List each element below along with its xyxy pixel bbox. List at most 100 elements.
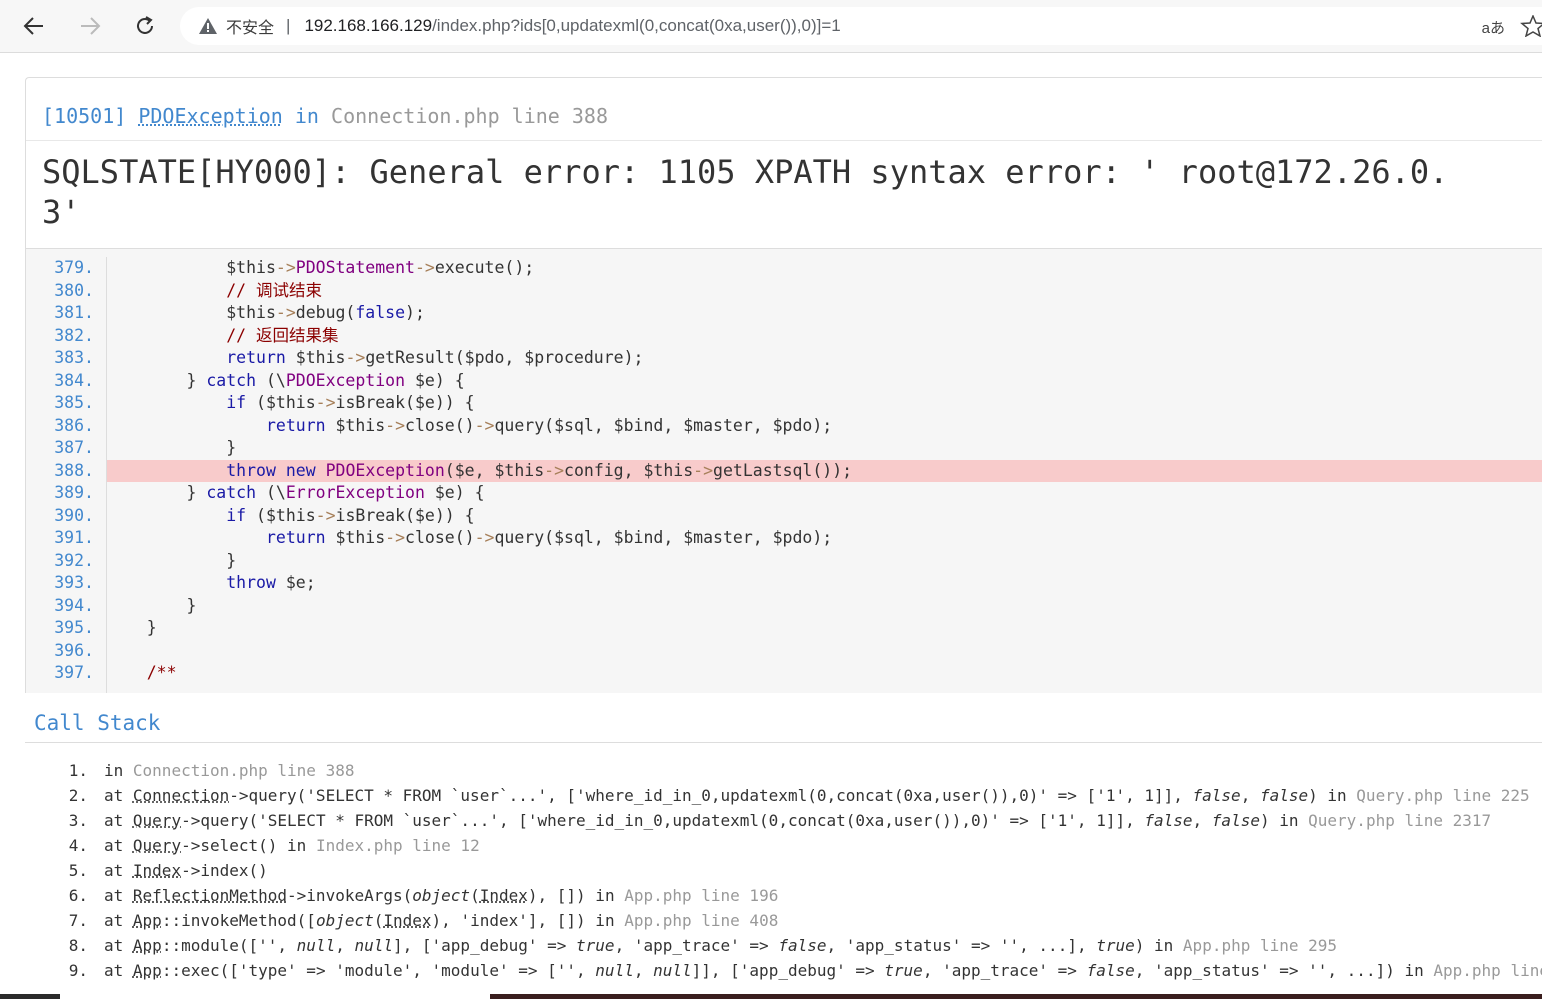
- call-stack-text: at App::exec(['type' => 'module', 'modul…: [104, 961, 1542, 980]
- arrow-right-icon: [81, 17, 101, 35]
- call-stack-text: at App::invokeMethod([object(Index), 'in…: [104, 911, 779, 930]
- code-line: 379. $this->PDOStatement->execute();: [26, 257, 1542, 280]
- code-line: 394. }: [26, 595, 1542, 618]
- code-text: } catch (\ErrorException $e) {: [107, 483, 485, 502]
- call-stack-row: 1. in Connection.php line 388: [0, 758, 1542, 783]
- line-number: 390.: [54, 505, 94, 525]
- call-stack-index: 8.: [68, 936, 88, 955]
- exception-panel: [10501] PDOException in Connection.php l…: [25, 77, 1542, 693]
- code-line: 380. // 调试结束: [26, 280, 1542, 303]
- line-number: 391.: [54, 528, 94, 547]
- line-number: 387.: [54, 438, 94, 457]
- call-stack-text: in Connection.php line 388: [104, 761, 355, 780]
- line-number: 394.: [54, 595, 94, 615]
- code-text: throw new PDOException($e, $this->config…: [107, 459, 1542, 482]
- code-line: 389. } catch (\ErrorException $e) {: [26, 482, 1542, 505]
- line-number: 393.: [54, 573, 94, 592]
- back-button[interactable]: [16, 8, 52, 44]
- reload-button[interactable]: [127, 8, 163, 44]
- code-line: 382. // 返回结果集: [26, 325, 1542, 348]
- code-line: 392. }: [26, 550, 1542, 573]
- code-text: return $this->close()->query($sql, $bind…: [265, 415, 833, 435]
- line-number: 385.: [54, 393, 94, 412]
- call-stack-text: at ReflectionMethod->invokeArgs(object(I…: [104, 886, 779, 905]
- call-stack-text: at Query->select() in Index.php line 12: [104, 836, 480, 855]
- line-number: 382.: [54, 325, 94, 345]
- url-host[interactable]: 192.168.166.129: [304, 16, 432, 36]
- code-text: // 调试结束: [107, 280, 323, 300]
- line-number: 396.: [54, 640, 94, 660]
- favorite-star-icon[interactable]: [1520, 15, 1542, 37]
- insecure-label[interactable]: 不安全: [226, 14, 274, 38]
- forward-button[interactable]: [72, 8, 108, 44]
- code-line: 396.: [26, 640, 1542, 663]
- code-line: 386. return $this->close()->query($sql, …: [26, 415, 1542, 438]
- line-number: 395.: [54, 618, 94, 637]
- call-stack-title: Call Stack: [34, 711, 161, 735]
- code-text: throw $e;: [226, 573, 316, 592]
- code-text: }: [107, 550, 237, 570]
- line-number: 381.: [54, 303, 94, 322]
- call-stack-divider: [25, 742, 1542, 743]
- exception-file: Connection.php: [331, 104, 500, 128]
- code-line: 393. throw $e;: [26, 572, 1542, 595]
- reload-icon: [137, 16, 153, 34]
- source-code-block: 379. $this->PDOStatement->execute(); 380.…: [26, 248, 1542, 693]
- code-line: 391. return $this->close()->query($sql, …: [26, 527, 1542, 550]
- code-text: }: [107, 618, 157, 637]
- call-stack-index: 7.: [68, 911, 88, 930]
- line-number: 392.: [54, 550, 94, 570]
- call-stack-index: 1.: [68, 761, 88, 780]
- url-path[interactable]: /index.php?ids[0,updatexml(0,concat(0xa,…: [432, 16, 841, 36]
- call-stack-row: 8. at App::module(['', null, null], ['app…: [0, 933, 1542, 958]
- code-text: if ($this->isBreak($e)) {: [226, 393, 475, 412]
- call-stack-index: 6.: [68, 886, 88, 905]
- code-text: if ($this->isBreak($e)) {: [226, 505, 475, 525]
- line-number: 379.: [54, 258, 94, 277]
- line-number: 383.: [54, 348, 94, 367]
- line-keyword: line: [511, 104, 560, 128]
- exception-class-link[interactable]: PDOException: [138, 104, 283, 128]
- taskbar-edge: [0, 994, 1542, 999]
- call-stack-row: 4. at Query->select() in Index.php line 1…: [0, 833, 1542, 858]
- line-number: 389.: [54, 483, 94, 502]
- code-text: // 返回结果集: [107, 325, 339, 345]
- call-stack-row: 5. at Index->index(): [0, 858, 1542, 883]
- call-stack-index: 4.: [68, 836, 88, 855]
- address-bar[interactable]: 不安全 | 192.168.166.129/index.php?ids[0,up…: [180, 7, 1542, 45]
- code-line: 385. if ($this->isBreak($e)) {: [26, 392, 1542, 415]
- code-text: } catch (\PDOException $e) {: [107, 370, 465, 390]
- browser-toolbar: 不安全 | 192.168.166.129/index.php?ids[0,up…: [0, 0, 1542, 53]
- call-stack-text: at App::module(['', null, null], ['app_d…: [104, 936, 1338, 955]
- in-keyword: in: [294, 104, 319, 128]
- code-line: 388. throw new PDOException($e, $this->c…: [26, 459, 1542, 482]
- call-stack-text: at Query->query('SELECT * FROM `user`...…: [104, 811, 1492, 830]
- call-stack-index: 2.: [68, 786, 88, 805]
- code-text: }: [107, 438, 237, 457]
- address-separator: |: [286, 16, 291, 35]
- line-number: 380.: [54, 280, 94, 300]
- code-text: /**: [107, 663, 177, 682]
- line-number: 386.: [54, 415, 94, 435]
- code-text: }: [107, 595, 197, 615]
- code-line: 387. }: [26, 437, 1542, 460]
- code-line: 397. /**: [26, 662, 1542, 685]
- line-number: 388.: [54, 460, 94, 480]
- call-stack-text: at Connection->query('SELECT * FROM `use…: [104, 786, 1530, 805]
- error-code: [10501]: [42, 104, 127, 128]
- call-stack-row: 9. at App::exec(['type' => 'module', 'mod…: [0, 958, 1542, 983]
- line-number: 384.: [54, 370, 94, 390]
- warning-icon[interactable]: [198, 16, 218, 36]
- code-text: $this->debug(false);: [107, 303, 425, 322]
- call-stack-text: at Index->index(): [104, 861, 268, 880]
- code-text: $this->PDOStatement->execute();: [107, 258, 535, 277]
- read-aloud-icon[interactable]: aあ: [1482, 17, 1505, 38]
- arrow-left-icon: [23, 17, 43, 35]
- call-stack-index: 3.: [68, 811, 88, 830]
- code-text: return $this->close()->query($sql, $bind…: [265, 528, 833, 547]
- call-stack-row: 7. at App::invokeMethod([object(Index), '…: [0, 908, 1542, 933]
- code-text: return $this->getResult($pdo, $procedure…: [226, 348, 644, 367]
- exception-header: [10501] PDOException in Connection.php l…: [42, 104, 608, 128]
- header-divider: [26, 140, 1542, 141]
- call-stack-index: 9.: [68, 961, 88, 980]
